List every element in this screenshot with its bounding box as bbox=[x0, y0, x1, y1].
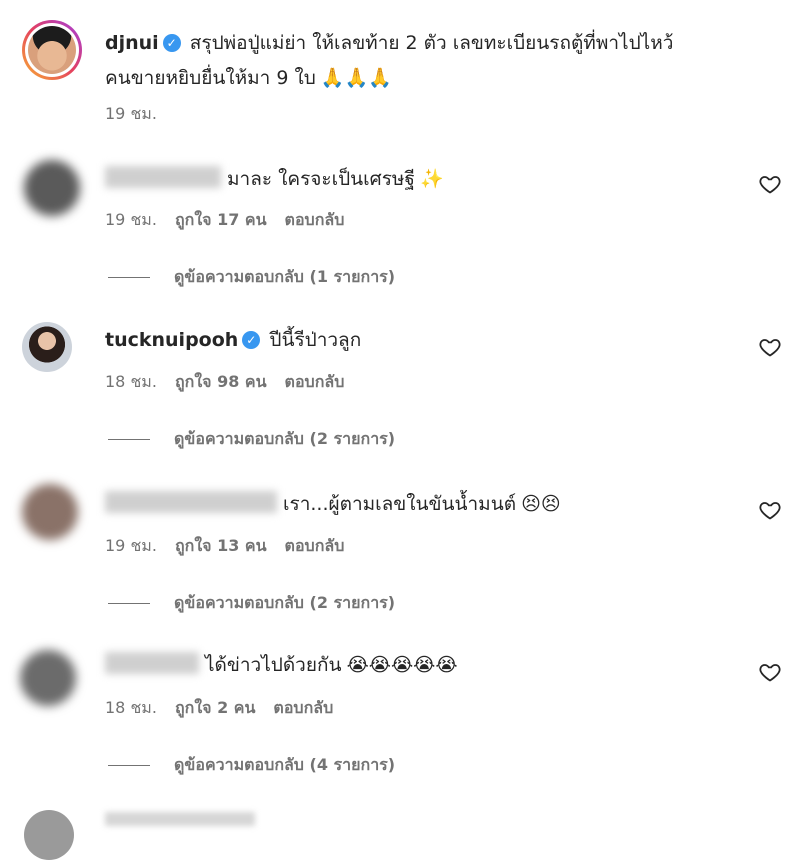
view-replies-label: ดูข้อความตอบกลับ (2 รายการ) bbox=[174, 593, 396, 612]
view-replies-button[interactable]: ดูข้อความตอบกลับ (2 รายการ) bbox=[108, 427, 395, 452]
comment-avatar-partial[interactable] bbox=[24, 810, 74, 860]
comment-avatar[interactable] bbox=[22, 484, 78, 540]
view-replies-button[interactable]: ดูข้อความตอบกลับ (4 รายการ) bbox=[108, 753, 395, 778]
caption-text-block: djnui ✓ สรุปพ่อปู่แม่ย่า ให้เลขท้าย 2 ตัว… bbox=[105, 26, 765, 96]
comment-likes[interactable]: ถูกใจ 13 คน bbox=[175, 536, 267, 555]
heart-icon[interactable] bbox=[758, 335, 782, 359]
comment-time[interactable]: 19 ชม. bbox=[105, 210, 157, 229]
comment-emoji: 😣😣 bbox=[521, 493, 561, 515]
comment-avatar[interactable] bbox=[24, 160, 80, 216]
comment-time[interactable]: 18 ชม. bbox=[105, 698, 157, 717]
comment-time[interactable]: 18 ชม. bbox=[105, 372, 157, 391]
caption-line2: คนขายหยิบยื่นให้มา 9 ใบ bbox=[105, 67, 316, 89]
comment-meta: 19 ชม. ถูกใจ 17 คน ตอบกลับ bbox=[105, 208, 362, 233]
replies-divider bbox=[108, 765, 150, 766]
comment-text-row: ได้ข่าวไปด้วยกัน 😭😭😭😭😭 bbox=[105, 651, 458, 680]
comment-avatar[interactable] bbox=[22, 322, 72, 372]
view-replies-button[interactable]: ดูข้อความตอบกลับ (1 รายการ) bbox=[108, 265, 395, 290]
view-replies-label: ดูข้อความตอบกลับ (1 รายการ) bbox=[174, 267, 396, 286]
comment-meta: 18 ชม. ถูกใจ 98 คน ตอบกลับ bbox=[105, 370, 362, 395]
comment-username-blurred[interactable] bbox=[105, 491, 277, 513]
comment-meta: 19 ชม. ถูกใจ 13 คน ตอบกลับ bbox=[105, 534, 362, 559]
verified-badge-icon: ✓ bbox=[242, 331, 261, 349]
heart-icon[interactable] bbox=[758, 498, 782, 522]
replies-divider bbox=[108, 603, 150, 604]
reply-button[interactable]: ตอบกลับ bbox=[285, 210, 345, 229]
comment-text-row: tucknuipooh ✓ ปีนี้รีป่าวลูก bbox=[105, 326, 361, 355]
comment-text: มาละ ใครจะเป็นเศรษฐี bbox=[227, 168, 415, 190]
caption-line1: สรุปพ่อปู่แม่ย่า ให้เลขท้าย 2 ตัว เลขทะเ… bbox=[189, 32, 674, 54]
comment-partial-blurred bbox=[105, 812, 255, 826]
caption-avatar[interactable] bbox=[22, 20, 82, 80]
comment-text-row: มาละ ใครจะเป็นเศรษฐี ✨ bbox=[105, 165, 444, 194]
comment-username-blurred[interactable] bbox=[105, 652, 199, 674]
caption-timestamp[interactable]: 19 ชม. bbox=[105, 102, 157, 127]
comment-username[interactable]: tucknuipooh bbox=[105, 329, 238, 351]
view-replies-label: ดูข้อความตอบกลับ (4 รายการ) bbox=[174, 755, 396, 774]
comment-text: ได้ข่าวไปด้วยกัน bbox=[205, 654, 342, 676]
comment-emoji: 😭😭😭😭😭 bbox=[346, 654, 458, 676]
comment-likes[interactable]: ถูกใจ 17 คน bbox=[175, 210, 267, 229]
comment-text-row: เรา...ผู้ตามเลขในขันน้ำมนต์ 😣😣 bbox=[105, 490, 561, 519]
caption-username[interactable]: djnui bbox=[105, 32, 159, 54]
comment-likes[interactable]: ถูกใจ 2 คน bbox=[175, 698, 255, 717]
comment-time[interactable]: 19 ชม. bbox=[105, 536, 157, 555]
replies-divider bbox=[108, 277, 150, 278]
comment-username-blurred[interactable] bbox=[105, 166, 221, 188]
caption-emoji: 🙏🙏🙏 bbox=[320, 67, 392, 89]
view-replies-button[interactable]: ดูข้อความตอบกลับ (2 รายการ) bbox=[108, 591, 395, 616]
comment-avatar[interactable] bbox=[20, 650, 76, 706]
verified-badge-icon: ✓ bbox=[162, 34, 181, 52]
reply-button[interactable]: ตอบกลับ bbox=[285, 372, 345, 391]
avatar-photo bbox=[28, 26, 76, 74]
comment-emoji: ✨ bbox=[420, 168, 444, 190]
replies-divider bbox=[108, 439, 150, 440]
comment-text: เรา...ผู้ตามเลขในขันน้ำมนต์ bbox=[283, 493, 517, 515]
comment-text: ปีนี้รีป่าวลูก bbox=[269, 329, 362, 351]
heart-icon[interactable] bbox=[758, 172, 782, 196]
reply-button[interactable]: ตอบกลับ bbox=[273, 698, 333, 717]
comment-likes[interactable]: ถูกใจ 98 คน bbox=[175, 372, 267, 391]
reply-button[interactable]: ตอบกลับ bbox=[285, 536, 345, 555]
comment-meta: 18 ชม. ถูกใจ 2 คน ตอบกลับ bbox=[105, 696, 351, 721]
view-replies-label: ดูข้อความตอบกลับ (2 รายการ) bbox=[174, 429, 396, 448]
heart-icon[interactable] bbox=[758, 660, 782, 684]
